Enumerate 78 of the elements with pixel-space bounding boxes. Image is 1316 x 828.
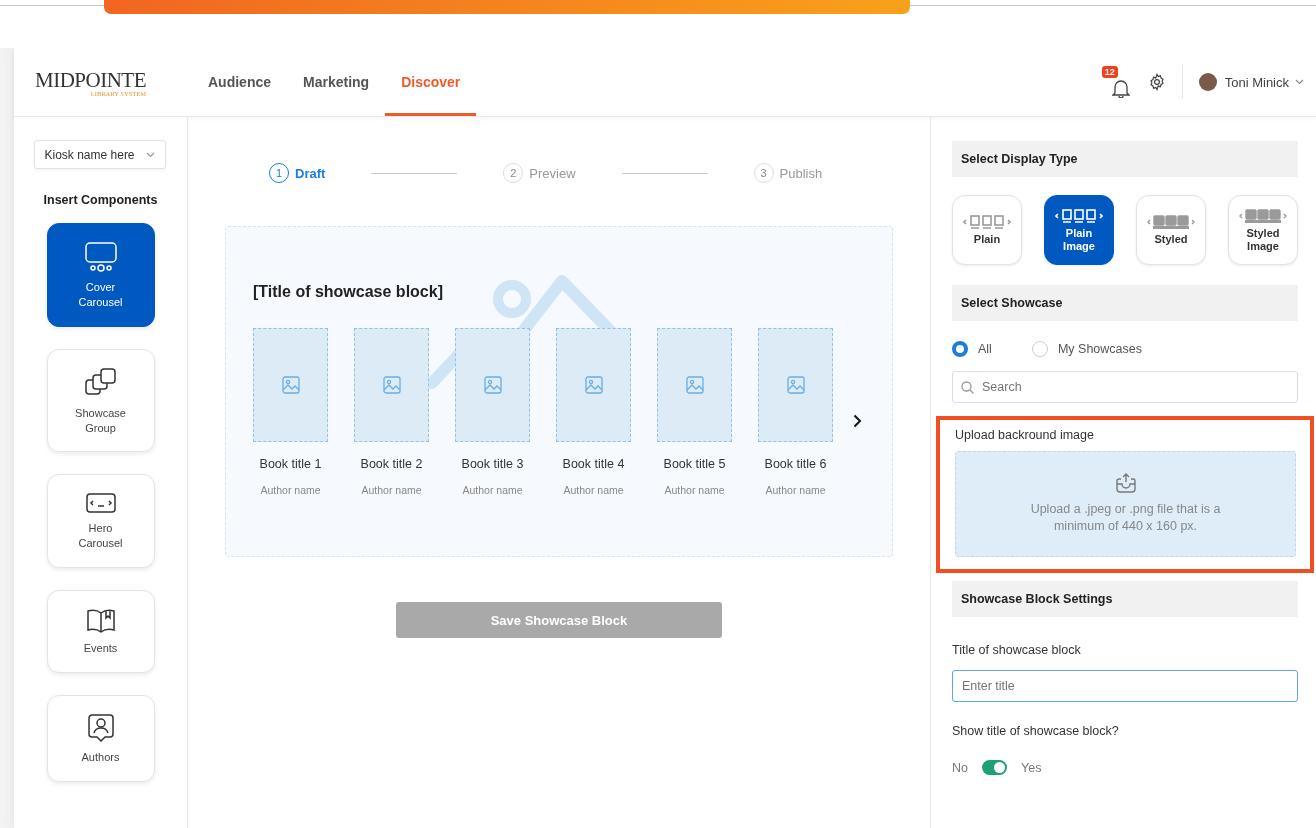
upload-tray-icon [1115,473,1136,494]
display-type-label: Styled [1154,233,1188,246]
book-title: Book title 4 [562,457,625,471]
logo-wordmark: MIDPOINTE [35,67,146,92]
author-name: Author name [664,484,725,496]
toggle-on-label: Yes [1021,760,1042,775]
component-label: Authors [81,749,120,765]
search-field[interactable]: Search [952,371,1298,403]
showcase-title: [Title of showcase block] [253,283,444,301]
book-title: Book title 2 [360,457,423,471]
chevron-right-icon[interactable] [853,414,862,428]
toggle-off-label: No [952,760,968,775]
radio-label[interactable]: All [978,342,992,356]
component-label: Events [83,641,118,656]
chevron-down-icon[interactable] [1295,79,1304,85]
field-label: Title of showcase block [952,643,1082,657]
toggle-question: Show title of showcase block? [952,724,1120,738]
author-name: Author name [260,484,321,496]
avatar-circle[interactable] [1198,73,1217,91]
radio-label[interactable]: My Showcases [1057,342,1142,356]
notification-count-badge: 12 [1101,66,1118,78]
settings-icon[interactable] [1147,73,1166,91]
image-icon [281,376,300,394]
card-row-icon [1239,207,1287,224]
image-icon [786,376,805,394]
chevron-down-icon [145,151,155,158]
display-type-option[interactable]: Plain Image [1044,195,1114,265]
display-type-label: Styled Image [1245,226,1281,253]
radio-button[interactable] [1031,341,1048,357]
display-type-option[interactable]: Styled Image [1228,195,1298,265]
image-icon [584,376,603,394]
component-label: Hero Carousel [77,521,124,552]
author-name: Author name [563,484,624,496]
author-name: Author name [765,484,826,496]
component-card[interactable]: Hero Carousel [46,474,155,569]
step-label[interactable]: Draft [295,165,326,181]
nav-tab[interactable]: Marketing [287,51,386,116]
title-input-field[interactable]: Enter title [952,670,1298,702]
display-type-label: Plain [973,233,1001,246]
book-title: Book title 1 [259,457,322,471]
component-label: Cover Carousel [77,280,124,310]
book-title: Book title 3 [461,457,524,471]
component-card[interactable]: Events [46,590,155,673]
section-heading: Select Showcase [952,285,1298,321]
upload-label: Upload backround image [955,428,1095,442]
kiosk-dropdown[interactable]: Kiosk name here [33,140,166,169]
nav-tab[interactable]: Audience [192,51,287,116]
component-label: Showcase Group [74,405,127,436]
image-icon [685,376,704,394]
component-card[interactable]: Cover Carousel [46,223,155,327]
upload-hint: Upload a .jpeg or .png file that is a minimum of 440 x 160 px. [1029,501,1222,535]
display-type-option[interactable]: Styled [1136,195,1206,265]
notification-button[interactable]: 12 [1101,66,1134,98]
book-title: Book title 5 [663,457,726,471]
person-badge-icon [87,713,114,742]
section-heading: Showcase Block Settings [952,581,1298,617]
toggle-switch[interactable] [982,760,1007,775]
author-name: Author name [462,484,523,496]
radio-button[interactable] [952,341,968,357]
section-heading: Select Display Type [952,141,1298,177]
image-icon [382,376,401,394]
card-row-icon [963,214,1011,231]
image-icon [483,376,502,394]
display-type-option[interactable]: Plain [952,195,1022,265]
hero-slide-icon [85,493,116,514]
bell-icon [1111,78,1130,98]
card-row-icon [1055,207,1103,224]
user-name[interactable]: Toni Minick [1224,74,1289,90]
section-heading: Insert Components [43,193,158,207]
card-row-icon [1147,214,1195,231]
author-name: Author name [361,484,422,496]
component-card[interactable]: Showcase Group [46,348,155,453]
open-book-icon [86,609,115,634]
display-type-label: Plain Image [1062,226,1096,253]
stacked-squares-icon [84,367,117,398]
component-card[interactable]: Authors [46,694,155,782]
carousel-icon [84,242,117,272]
book-title: Book title 6 [764,457,827,471]
